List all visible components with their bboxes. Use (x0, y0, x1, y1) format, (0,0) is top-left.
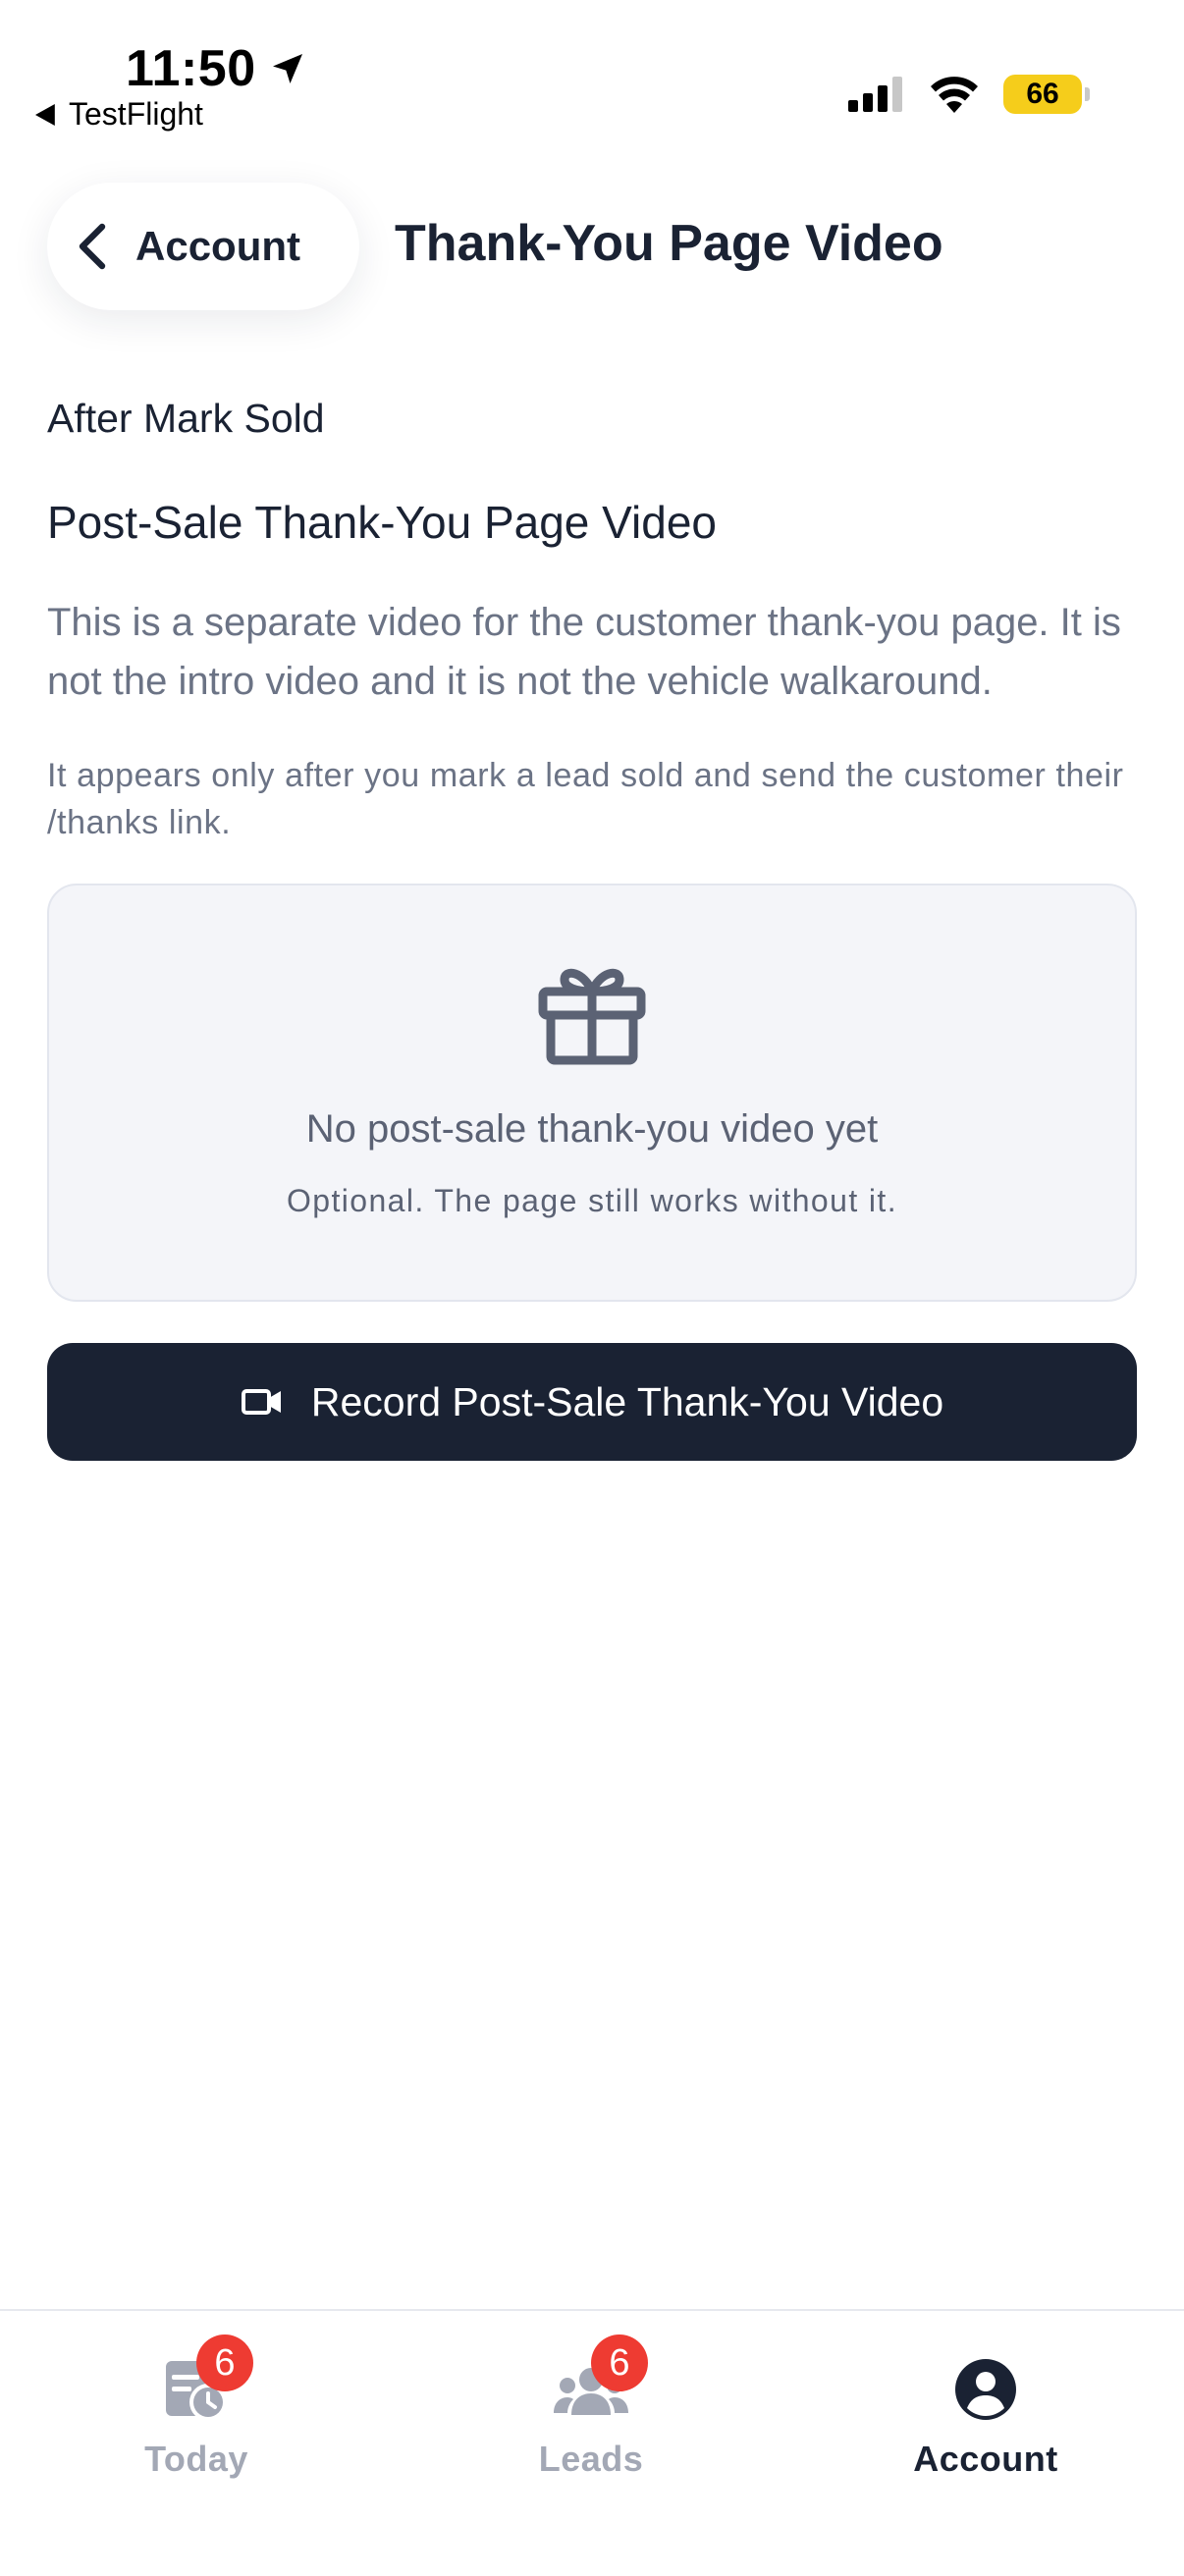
gift-icon (538, 968, 646, 1065)
tab-bar: 6 Today 6 Leads Account (0, 2309, 1184, 2576)
empty-state-card: No post-sale thank-you video yet Optiona… (47, 884, 1137, 1302)
back-button-label: Account (135, 223, 300, 269)
cellular-signal-icon (848, 77, 902, 112)
tab-leads-icon-wrap: 6 (552, 2334, 648, 2429)
empty-state-subtitle: Optional. The page still works without i… (286, 1183, 898, 1218)
back-triangle-icon (35, 103, 55, 126)
page-title: Thank-You Page Video (395, 215, 943, 272)
section-heading: Post-Sale Thank-You Page Video (47, 497, 717, 548)
chevron-left-icon (79, 223, 106, 270)
record-video-button-label: Record Post-Sale Thank-You Video (310, 1378, 944, 1424)
status-indicators: 66 (848, 75, 1090, 114)
status-time: 11:50 (126, 39, 307, 98)
description-text: This is a separate video for the custome… (47, 601, 1121, 703)
status-back-to-app[interactable]: TestFlight (35, 96, 203, 133)
tab-account-label: Account (913, 2439, 1058, 2479)
tab-leads[interactable]: 6 Leads (444, 2334, 738, 2480)
video-camera-icon (241, 1389, 281, 1415)
battery-level: 66 (1026, 78, 1059, 110)
tab-today[interactable]: 6 Today (49, 2334, 344, 2480)
tab-account-icon-wrap (946, 2350, 1025, 2429)
location-arrow-icon (272, 54, 302, 83)
battery-indicator: 66 (1003, 75, 1090, 114)
tab-leads-label: Leads (538, 2439, 644, 2479)
record-video-button[interactable]: Record Post-Sale Thank-You Video (47, 1343, 1137, 1461)
section-kicker: After Mark Sold (47, 396, 325, 441)
back-button[interactable]: Account (47, 183, 359, 310)
tab-leads-badge: 6 (591, 2334, 648, 2391)
wifi-icon (931, 77, 978, 113)
main-content: After Mark Sold Post-Sale Thank-You Page… (47, 389, 1137, 1461)
status-bar: 11:50 TestFlight 66 (0, 0, 1184, 147)
note-text: It appears only after you mark a lead so… (47, 757, 1124, 841)
status-back-app-label: TestFlight (69, 96, 203, 132)
tab-account[interactable]: Account (838, 2350, 1133, 2480)
tab-today-badge: 6 (196, 2334, 253, 2391)
empty-state-title: No post-sale thank-you video yet (305, 1107, 879, 1151)
account-circle-icon (955, 2359, 1016, 2420)
tab-today-label: Today (144, 2439, 248, 2479)
tab-today-icon-wrap: 6 (157, 2334, 253, 2429)
status-time-text: 11:50 (126, 40, 256, 97)
